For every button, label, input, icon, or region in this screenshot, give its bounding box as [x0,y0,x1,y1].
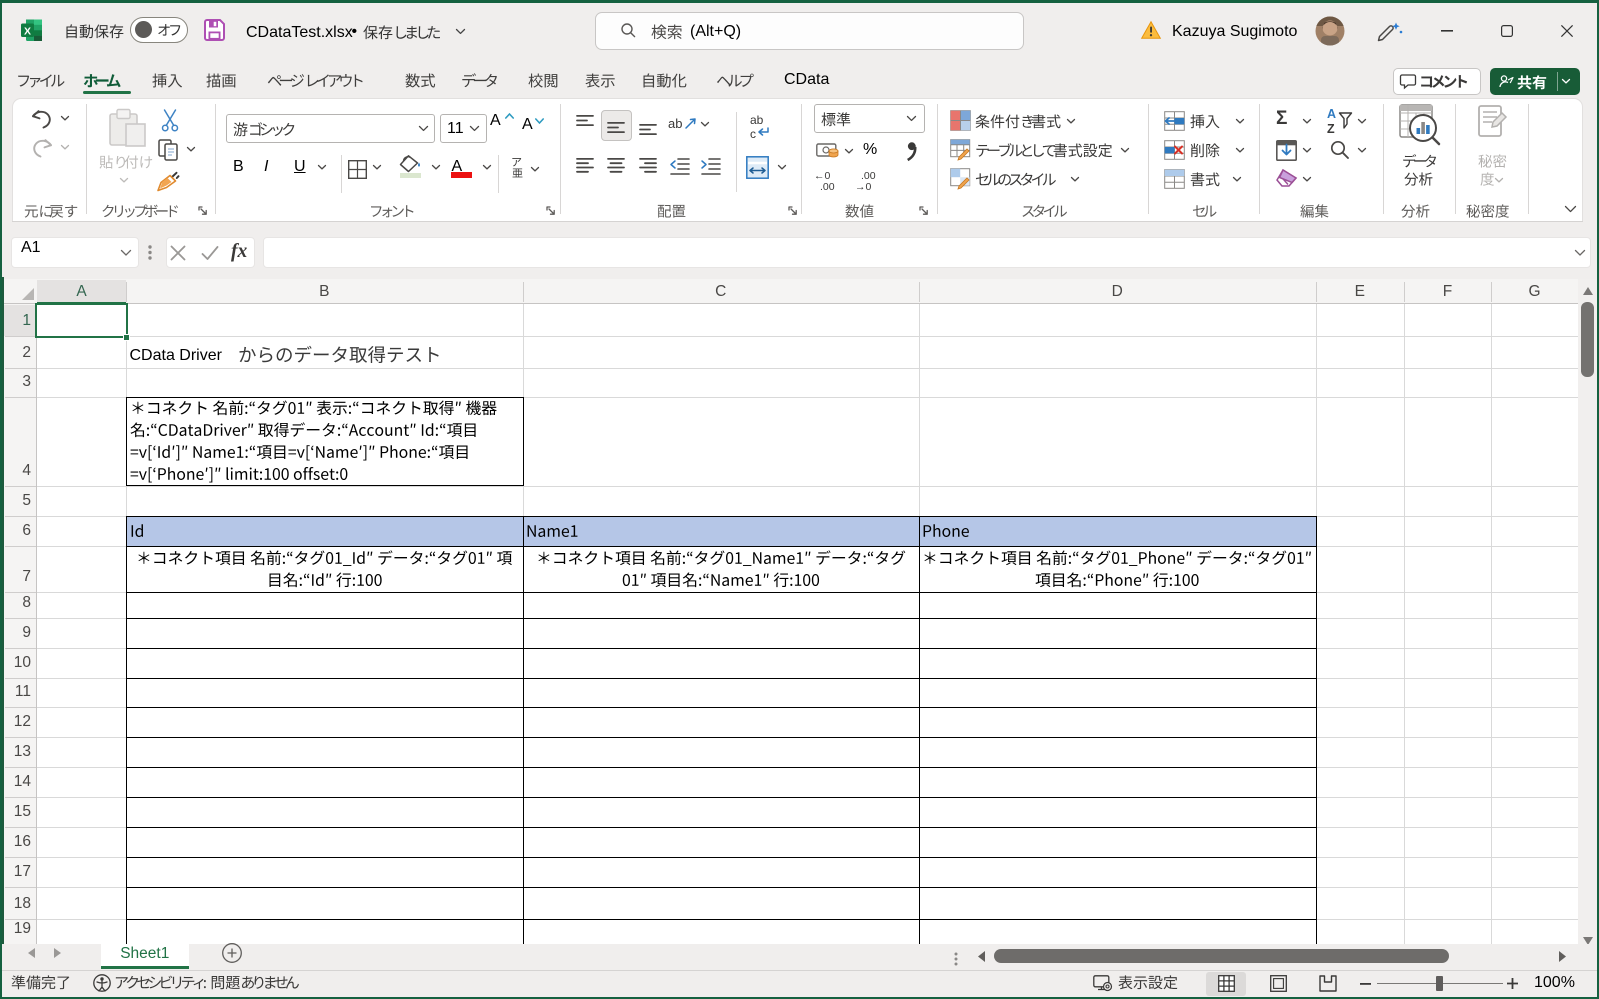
svg-text:X: X [24,26,31,38]
svg-text:.00: .00 [820,181,835,193]
svg-text:→0: →0 [855,181,872,193]
svg-text:A: A [1327,107,1336,121]
svg-text:ab: ab [750,113,764,127]
svg-text:ab: ab [668,116,682,131]
svg-text:Z: Z [1327,122,1335,136]
svg-text:c: c [750,127,756,141]
